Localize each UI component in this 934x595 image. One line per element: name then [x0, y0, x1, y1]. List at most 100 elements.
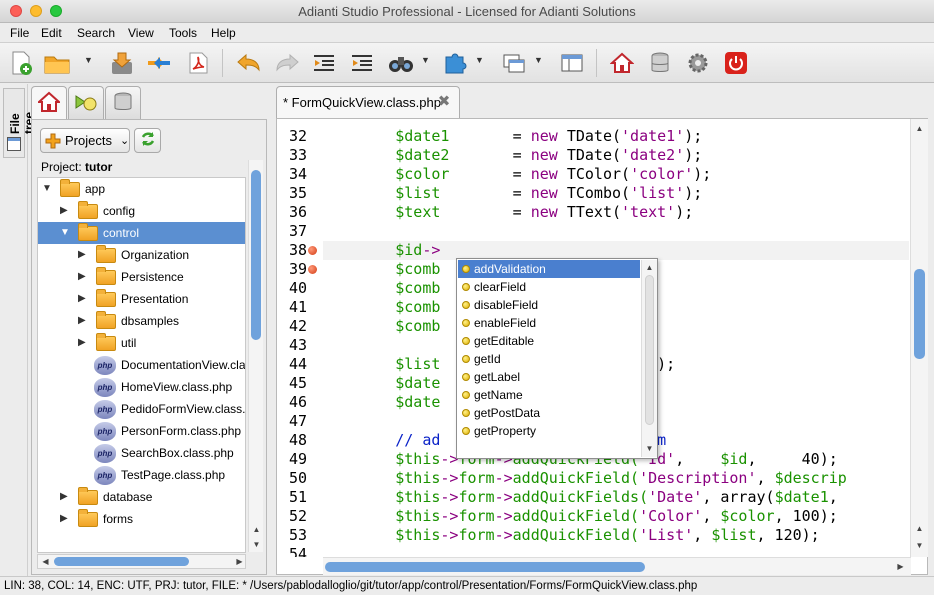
editor-scroll-down-arrow[interactable]: ▼ — [912, 538, 927, 553]
power-icon[interactable] — [722, 49, 750, 77]
editor-scroll-up-arrow[interactable]: ▲ — [912, 521, 927, 536]
autocomplete-item[interactable]: disableField — [458, 296, 640, 314]
autocomplete-item[interactable]: getProperty — [458, 422, 640, 440]
tree-item[interactable]: ▶ dbsamples — [38, 310, 245, 332]
tree-item[interactable]: ▶ Presentation — [38, 288, 245, 310]
expanded-arrow-icon[interactable]: ▼ — [60, 222, 70, 244]
tree-hscroll-thumb[interactable] — [54, 557, 189, 566]
tree-item[interactable]: ▶ database — [38, 486, 245, 508]
windows-dropdown-caret[interactable]: ▼ — [534, 55, 543, 65]
autocomplete-scroll-down-arrow[interactable]: ▼ — [642, 441, 657, 456]
editor-scroll-right-arrow[interactable]: ▶ — [893, 559, 908, 574]
puzzle-icon[interactable] — [441, 49, 469, 77]
tree-item[interactable]: ▼ control — [38, 222, 245, 244]
tree-scroll-down-arrow[interactable]: ▼ — [249, 537, 264, 552]
code-line[interactable] — [323, 545, 909, 557]
menu-view[interactable]: View — [128, 25, 154, 41]
tree-item[interactable]: ▶ forms — [38, 508, 245, 530]
find-dropdown-caret[interactable]: ▼ — [421, 55, 430, 65]
tree-scroll-left-arrow[interactable]: ◀ — [38, 554, 53, 569]
autocomplete-item[interactable]: addValidation — [458, 260, 640, 278]
code-line[interactable]: $list = new TCombo('list'); — [323, 184, 909, 203]
menu-search[interactable]: Search — [77, 25, 115, 41]
menu-edit[interactable]: Edit — [41, 25, 62, 41]
autocomplete-item[interactable]: getId — [458, 350, 640, 368]
autocomplete-item[interactable]: getLabel — [458, 368, 640, 386]
menu-tools[interactable]: Tools — [169, 25, 197, 41]
tree-item[interactable]: php PersonForm.class.php — [38, 420, 245, 442]
tree-horizontal-scrollbar[interactable]: ◀ ▶ — [37, 554, 246, 569]
refresh-button[interactable] — [134, 128, 161, 153]
autocomplete-item[interactable]: clearField — [458, 278, 640, 296]
pdf-icon[interactable] — [184, 49, 212, 77]
autocomplete-item[interactable]: enableField — [458, 314, 640, 332]
code-line[interactable]: $this->form->addQuickField('List', $list… — [323, 526, 909, 545]
code-line[interactable]: $this->form->addQuickFields('Date', arra… — [323, 488, 909, 507]
tab-project-home[interactable] — [31, 86, 67, 120]
breakpoint-marker-icon[interactable] — [308, 246, 317, 255]
expanded-arrow-icon[interactable]: ▼ — [42, 178, 52, 200]
minimize-window-button[interactable] — [30, 5, 42, 17]
tree-item[interactable]: php SearchBox.class.php — [38, 442, 245, 464]
tab-run[interactable] — [68, 86, 104, 120]
collapsed-arrow-icon[interactable]: ▶ — [78, 310, 86, 332]
collapsed-arrow-icon[interactable]: ▶ — [78, 288, 86, 310]
tree-item[interactable]: php PedidoFormView.class. — [38, 398, 245, 420]
editor-horizontal-scrollbar[interactable]: ◀ ▶ — [323, 557, 911, 575]
tree-scroll-up-arrow[interactable]: ▲ — [249, 522, 264, 537]
collapsed-arrow-icon[interactable]: ▶ — [78, 266, 86, 288]
autocomplete-scroll-up-arrow[interactable]: ▲ — [642, 260, 657, 275]
tree-item[interactable]: ▶ Organization — [38, 244, 245, 266]
tree-scroll-right-arrow[interactable]: ▶ — [232, 554, 247, 569]
tree-item[interactable]: php TestPage.class.php — [38, 464, 245, 486]
autocomplete-scroll-thumb[interactable] — [645, 275, 654, 425]
tab-database[interactable] — [105, 86, 141, 120]
indent-icon[interactable] — [348, 49, 376, 77]
gear-icon[interactable] — [684, 49, 712, 77]
menu-help[interactable]: Help — [211, 25, 236, 41]
collapsed-arrow-icon[interactable]: ▶ — [60, 486, 68, 508]
collapsed-arrow-icon[interactable]: ▶ — [78, 332, 86, 354]
tree-vscroll-thumb[interactable] — [251, 170, 261, 340]
code-line[interactable]: $color = new TColor('color'); — [323, 165, 909, 184]
code-line[interactable]: $date1 = new TDate('date1'); — [323, 127, 909, 146]
tree-item[interactable]: ▶ config — [38, 200, 245, 222]
merge-arrows-icon[interactable] — [145, 49, 173, 77]
tree-item[interactable]: ▶ util — [38, 332, 245, 354]
redo-icon[interactable] — [273, 49, 301, 77]
breakpoint-marker-icon[interactable] — [308, 265, 317, 274]
code-line[interactable]: $this->form->addQuickField('Color', $col… — [323, 507, 909, 526]
home-icon[interactable] — [608, 49, 636, 77]
plugins-dropdown-caret[interactable]: ▼ — [475, 55, 484, 65]
autocomplete-popup[interactable]: addValidation clearField disableField enabl… — [456, 258, 658, 459]
editor-hscroll-thumb[interactable] — [325, 562, 645, 572]
tree-item[interactable]: php HomeView.class.php — [38, 376, 245, 398]
code-line[interactable]: $date2 = new TDate('date2'); — [323, 146, 909, 165]
code-line[interactable]: $text = new TText('text'); — [323, 203, 909, 222]
database-icon[interactable] — [646, 49, 674, 77]
editor-vertical-scrollbar[interactable]: ▲ ▲ ▼ — [910, 119, 928, 557]
autocomplete-item[interactable]: getName — [458, 386, 640, 404]
close-icon[interactable]: ✖ — [436, 94, 452, 110]
close-window-button[interactable] — [10, 5, 22, 17]
code-line[interactable]: $this->form->addQuickField('Description'… — [323, 469, 909, 488]
open-folder-icon[interactable] — [43, 49, 71, 77]
windows-icon[interactable] — [500, 49, 528, 77]
layout-icon[interactable] — [558, 49, 586, 77]
file-tree[interactable]: ▼ app ▶ config ▼ control ▶ Organization ▶ Persist… — [37, 177, 246, 553]
open-dropdown-caret[interactable]: ▼ — [84, 55, 93, 65]
autocomplete-item[interactable]: getPostData — [458, 404, 640, 422]
projects-button[interactable]: Projects ⌄ — [40, 128, 130, 153]
unindent-icon[interactable] — [310, 49, 338, 77]
undo-icon[interactable] — [235, 49, 263, 77]
editor-scroll-top-arrow[interactable]: ▲ — [912, 121, 927, 136]
autocomplete-scrollbar[interactable]: ▲ ▼ — [641, 260, 657, 457]
editor-vscroll-thumb[interactable] — [914, 269, 925, 359]
tree-item[interactable]: ▼ app — [38, 178, 245, 200]
tree-item[interactable]: php DocumentationView.cla — [38, 354, 245, 376]
binoculars-icon[interactable] — [387, 49, 415, 77]
code-line[interactable] — [323, 222, 909, 241]
collapsed-arrow-icon[interactable]: ▶ — [78, 244, 86, 266]
new-file-icon[interactable] — [7, 49, 35, 77]
collapsed-arrow-icon[interactable]: ▶ — [60, 508, 68, 530]
